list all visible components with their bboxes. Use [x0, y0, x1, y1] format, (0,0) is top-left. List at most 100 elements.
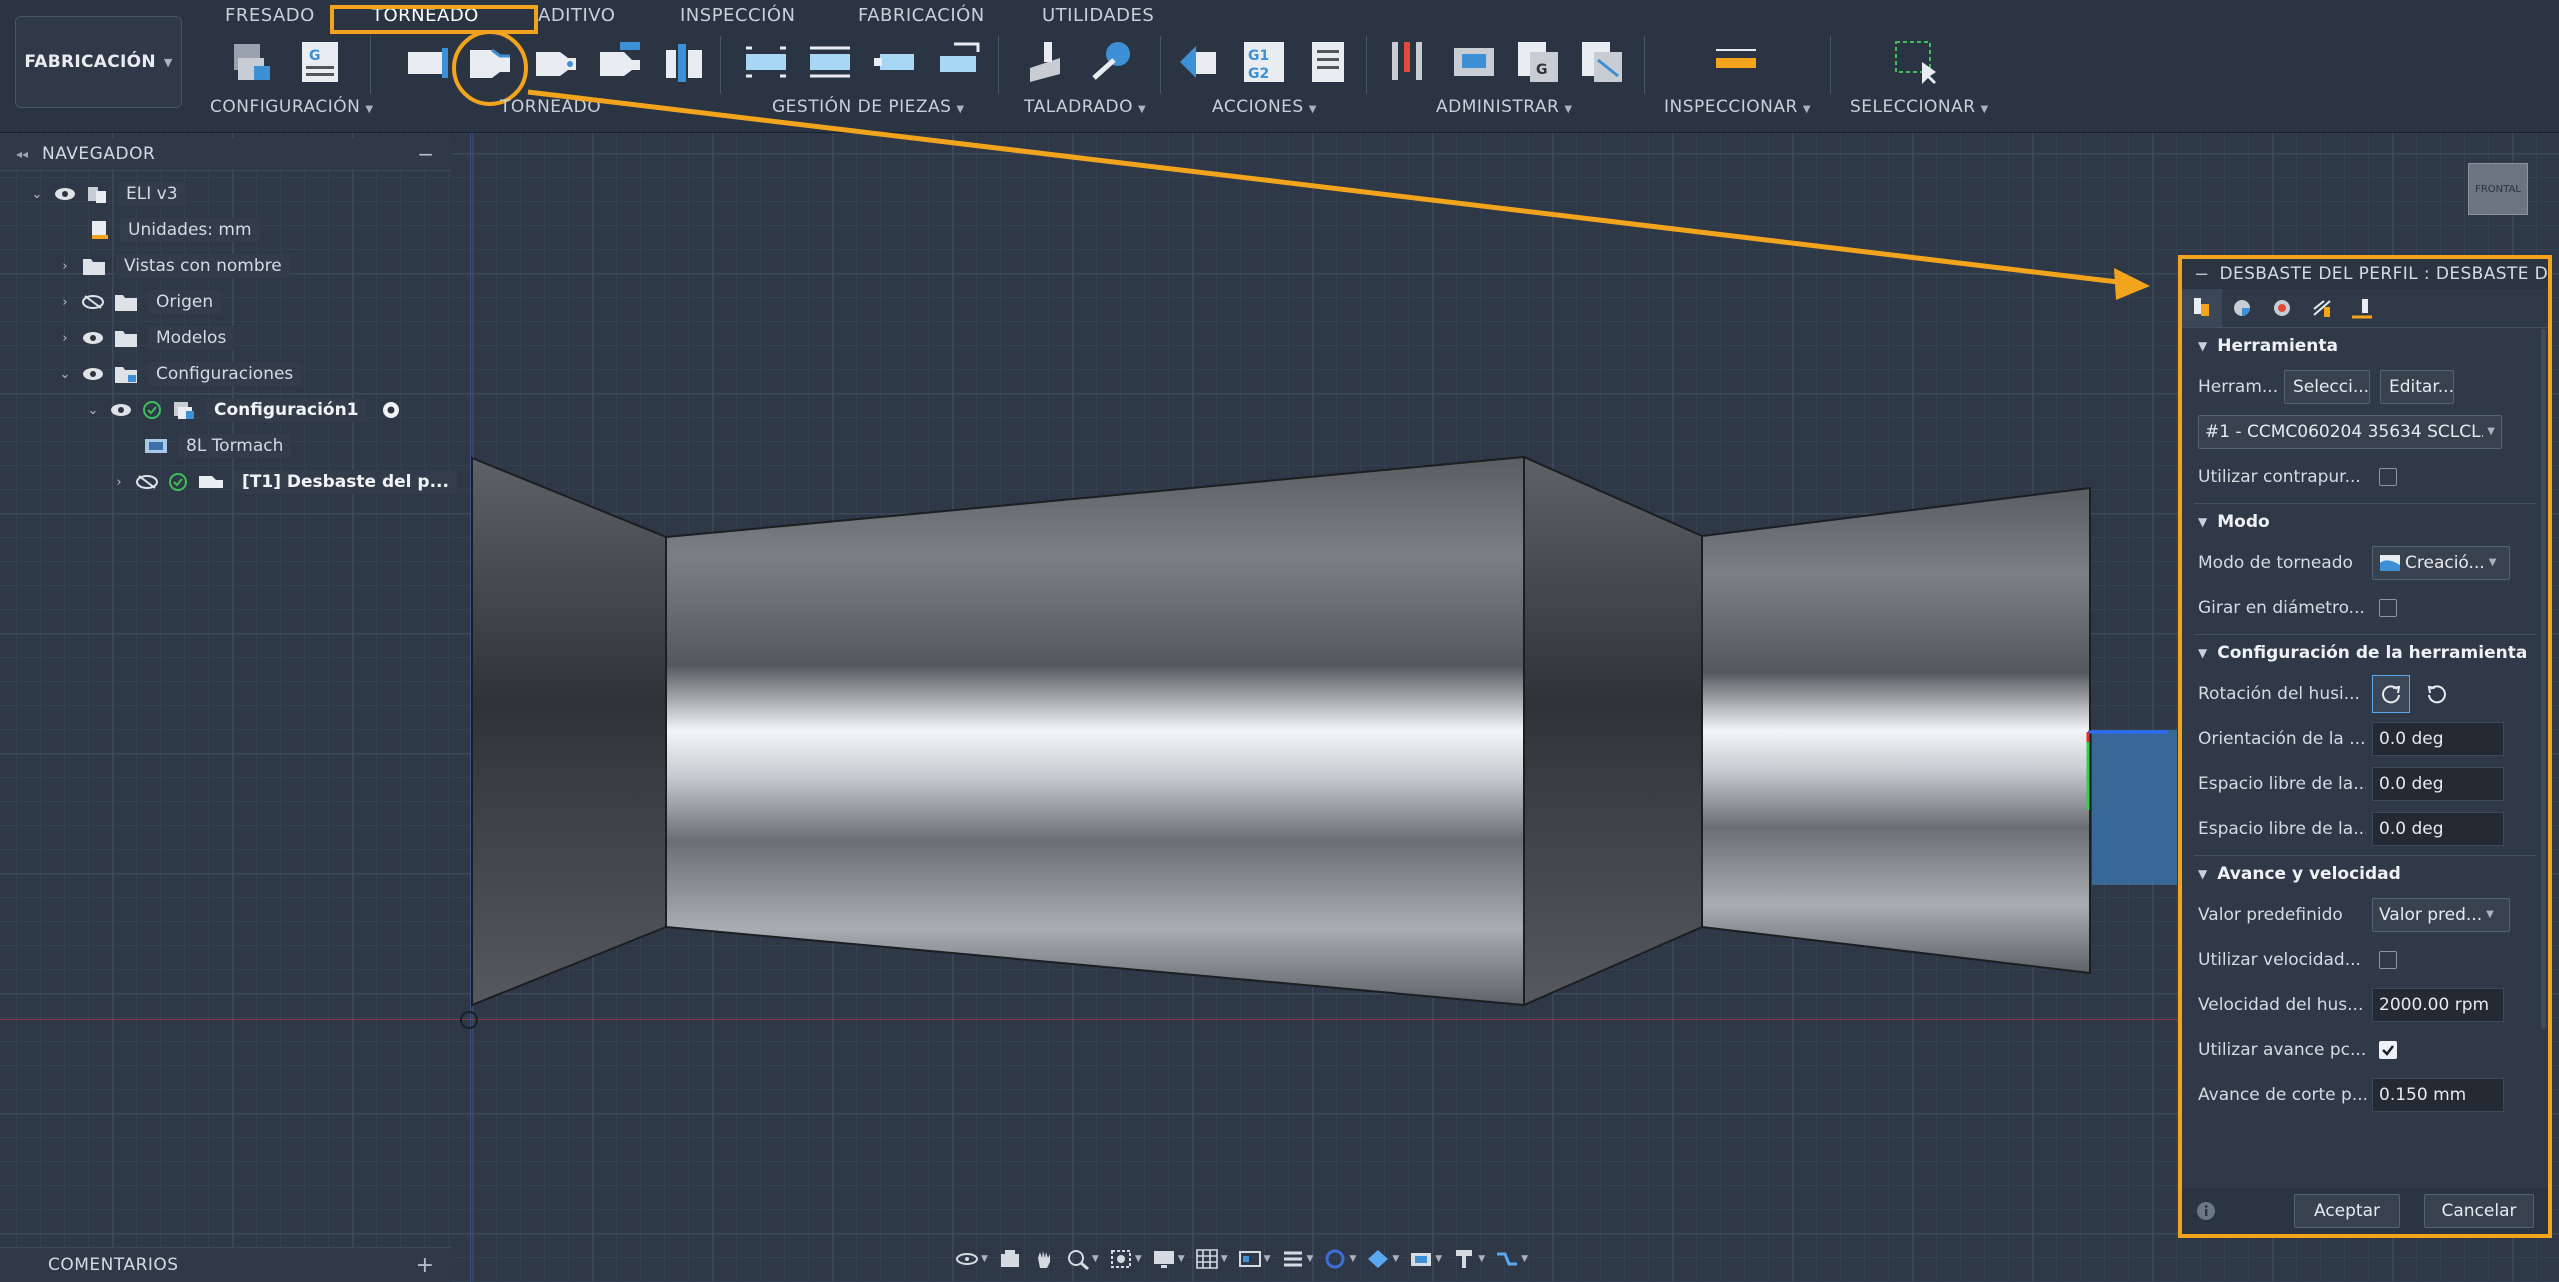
tree-item-machine[interactable]: 8L Tormach: [144, 431, 292, 461]
tree-label: Origen: [148, 290, 222, 314]
tab-linking[interactable]: [2342, 289, 2382, 327]
viewcube[interactable]: FRONTAL: [2468, 163, 2528, 215]
section-modo[interactable]: ▼ Modo: [2182, 504, 2548, 540]
use-speed-label: Utilizar velocidad...: [2198, 949, 2361, 970]
tree-item-named-views[interactable]: › Vistas con nombre: [58, 251, 290, 281]
tool-dropdown[interactable]: #1 - CCMC060204 35634 SCLCL... ▼: [2198, 414, 2502, 449]
units-document-icon: [92, 221, 108, 239]
tool-display-icon[interactable]: [1452, 1248, 1476, 1270]
cutting-feed-input[interactable]: 0.150 mm: [2372, 1077, 2504, 1112]
chevron-right-icon[interactable]: ›: [112, 475, 126, 490]
clearance1-label: Espacio libre de la...: [2198, 773, 2366, 794]
folder-icon: [115, 295, 137, 311]
chevron-right-icon[interactable]: ›: [58, 259, 72, 274]
spindle-rotation-label: Rotación del husi...: [2198, 683, 2360, 704]
collapse-dialog-icon[interactable]: −: [2194, 264, 2209, 285]
grid-icon[interactable]: [1195, 1248, 1219, 1270]
stock-view-icon[interactable]: [1409, 1248, 1433, 1270]
dialog-header[interactable]: − DESBASTE DEL PERFIL : DESBASTE DEL: [2182, 259, 2548, 289]
tool-tab-icon: [2194, 298, 2209, 316]
folder-setup-icon: [115, 367, 137, 383]
cancel-button[interactable]: Cancelar: [2424, 1194, 2534, 1228]
orientation-input[interactable]: 0.0 deg: [2372, 721, 2504, 756]
select-tool-button[interactable]: Selecci...: [2284, 369, 2370, 404]
tab-geometry[interactable]: [2222, 289, 2262, 327]
tree-label: Configuraciones: [148, 362, 302, 386]
chevron-down-icon[interactable]: ⌄: [86, 403, 100, 418]
section-avance-velocidad[interactable]: ▼ Avance y velocidad: [2182, 856, 2548, 892]
spindle-speed-input[interactable]: 2000.00 rpm: [2372, 987, 2504, 1022]
spindle-speed-row: Velocidad del hus... 2000.00 rpm: [2182, 982, 2548, 1027]
cutting-feed-row: Avance de corte p... 0.150 mm: [2182, 1072, 2548, 1117]
section-herramienta[interactable]: ▼ Herramienta: [2182, 328, 2548, 364]
tailstock-checkbox[interactable]: [2379, 467, 2397, 486]
zoom-icon[interactable]: [1066, 1248, 1090, 1270]
use-speed-checkbox[interactable]: [2379, 950, 2397, 969]
info-icon[interactable]: [2196, 1201, 2216, 1221]
navigation-bar: ▼ ▼ ▼ ▼ ▼ ▼ ▼ ▼ ▼ ▼ ▼ ▼: [955, 1242, 1595, 1276]
chevron-right-icon[interactable]: ›: [58, 331, 72, 346]
tree-item-units[interactable]: Unidades: mm: [90, 215, 260, 245]
pan-icon[interactable]: [1032, 1248, 1056, 1270]
comments-title: COMENTARIOS: [48, 1255, 179, 1275]
flip-diameter-checkbox[interactable]: [2379, 598, 2397, 617]
orbit-icon[interactable]: [955, 1248, 979, 1270]
chevron-right-icon[interactable]: ›: [58, 295, 72, 310]
tab-passes[interactable]: [2302, 289, 2342, 327]
clearance2-input[interactable]: 0.0 deg: [2372, 811, 2504, 846]
dialog-scrollbar[interactable]: [2541, 329, 2546, 1029]
tree-item-models[interactable]: › Modelos: [58, 323, 235, 353]
navigator-title: NAVEGADOR: [42, 144, 156, 164]
part-segment-main-taper: [665, 455, 1525, 1007]
rotation-ccw-button[interactable]: [2418, 675, 2456, 713]
edit-tool-button[interactable]: Editar...: [2380, 369, 2454, 404]
section-config-herramienta[interactable]: ▼ Configuración de la herramienta: [2182, 635, 2548, 671]
clearance2-row: Espacio libre de la... 0.0 deg: [2182, 806, 2548, 851]
add-comment-icon[interactable]: +: [416, 1253, 434, 1278]
look-at-icon[interactable]: [998, 1248, 1022, 1270]
use-feed-checkbox[interactable]: [2379, 1040, 2397, 1059]
toolpath-display-icon[interactable]: [1495, 1248, 1519, 1270]
turned-part-model[interactable]: [0, 0, 2559, 1282]
eye-icon[interactable]: [82, 367, 104, 381]
eye-icon[interactable]: [54, 187, 76, 201]
flip-diameter-label: Girar en diámetro...: [2198, 597, 2365, 618]
rotation-cw-button[interactable]: [2372, 674, 2410, 713]
comments-bar[interactable]: COMENTARIOS +: [0, 1247, 452, 1282]
eye-icon[interactable]: [82, 331, 104, 345]
fit-icon[interactable]: [1109, 1248, 1133, 1270]
tree-item-setup1[interactable]: ⌄ Configuración1: [86, 395, 401, 425]
section-analysis-icon[interactable]: [1323, 1248, 1347, 1270]
tab-radii[interactable]: [2262, 289, 2302, 327]
rotate-cw-icon: [2382, 684, 2401, 703]
dialog-tabs: [2182, 289, 2548, 328]
part-segment-right-cone: [1523, 455, 1703, 1007]
chevron-down-icon[interactable]: ⌄: [58, 367, 72, 382]
geometry-tab-icon: [2234, 300, 2250, 316]
tree-item-root[interactable]: ⌄ ELI v3: [30, 179, 186, 209]
orientation-row: Orientación de la ... 0.0 deg: [2182, 716, 2548, 761]
clearance1-input[interactable]: 0.0 deg: [2372, 766, 2504, 801]
tree-item-origin[interactable]: › Origen: [58, 287, 222, 317]
eye-hidden-icon[interactable]: [82, 295, 104, 309]
turning-mode-dropdown[interactable]: Creació... ▼: [2372, 545, 2510, 580]
tab-tool[interactable]: [2182, 289, 2222, 327]
tree-label: Vistas con nombre: [116, 254, 290, 278]
preset-dropdown[interactable]: Valor pred... ▼: [2372, 897, 2510, 932]
navigator-header: ◂◂ NAVEGADOR −: [0, 138, 452, 171]
tree-item-operation[interactable]: › [T1] Desbaste del p...: [112, 467, 457, 497]
collapse-panel-icon[interactable]: ◂◂: [16, 147, 28, 161]
chevron-down-icon[interactable]: ⌄: [30, 187, 44, 202]
eye-hidden-icon[interactable]: [136, 475, 158, 489]
spindle-rotation-row: Rotación del husi...: [2182, 671, 2548, 716]
viewports-icon[interactable]: [1238, 1248, 1262, 1270]
eye-icon[interactable]: [110, 403, 132, 417]
visual-style-icon[interactable]: [1366, 1248, 1390, 1270]
tree-item-setups[interactable]: ⌄ Configuraciones: [58, 359, 302, 389]
clearance1-row: Espacio libre de la... 0.0 deg: [2182, 761, 2548, 806]
minimize-icon[interactable]: −: [417, 142, 434, 166]
display-settings-icon[interactable]: [1152, 1248, 1176, 1270]
list-icon[interactable]: [1281, 1248, 1305, 1270]
dialog-title: DESBASTE DEL PERFIL : DESBASTE DEL: [2219, 264, 2552, 284]
accept-button[interactable]: Aceptar: [2294, 1194, 2400, 1228]
